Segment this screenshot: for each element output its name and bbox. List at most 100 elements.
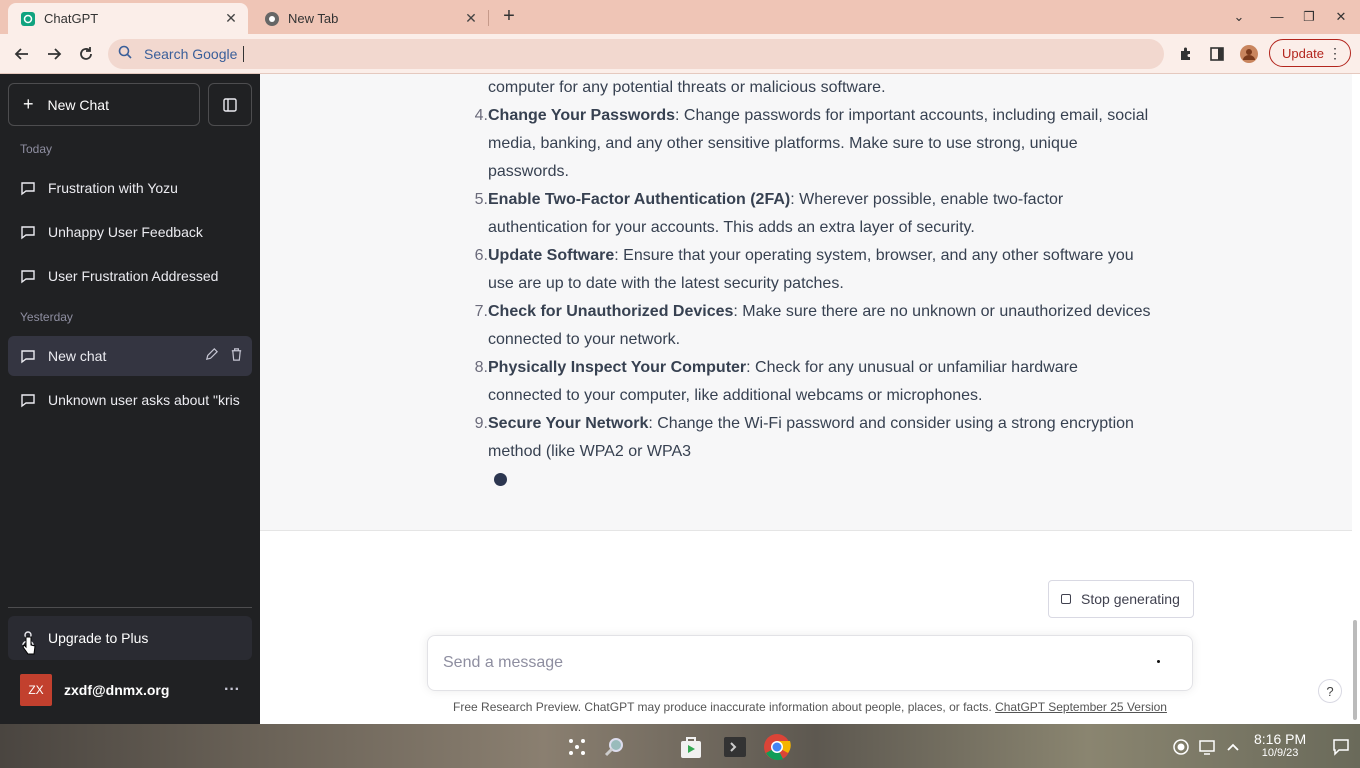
version-link[interactable]: ChatGPT September 25 Version (995, 700, 1167, 714)
chat-bubble-icon (20, 392, 36, 408)
chevron-up-icon[interactable] (1218, 732, 1248, 762)
user-account-button[interactable]: ZX zxdf@dnmx.org ··· (8, 668, 252, 712)
user-email: zxdf@dnmx.org (64, 682, 170, 698)
conversation-item-selected[interactable]: New chat (8, 336, 252, 376)
answer-line: : Check for any unusual or unfamiliar ha… (746, 359, 1078, 376)
search-icon (118, 45, 134, 64)
answer-line: passwords. (488, 163, 569, 180)
list-number: 5. (474, 191, 488, 208)
close-icon[interactable]: ✕ (222, 10, 240, 28)
screen: ChatGPT ✕ New Tab ✕ + ⌄ — ❐ ✕ Search Goo… (0, 0, 1360, 768)
browser-tabbar: ChatGPT ✕ New Tab ✕ + ⌄ — ❐ ✕ (0, 0, 1360, 34)
side-panel-icon[interactable] (1205, 42, 1229, 66)
answer-line: : Make sure there are no unknown or unau… (733, 303, 1151, 320)
help-button[interactable]: ? (1318, 679, 1342, 703)
close-icon[interactable]: ✕ (462, 10, 480, 28)
tab-chatgpt[interactable]: ChatGPT ✕ (8, 3, 248, 34)
minimize-icon[interactable]: — (1266, 6, 1288, 28)
chrome-favicon-icon (264, 11, 280, 27)
list-number: 9. (474, 415, 488, 432)
message-placeholder: Send a message (443, 654, 564, 671)
address-placeholder: Search Google (144, 46, 238, 62)
conversation-title: New chat (48, 348, 107, 364)
list-number: 6. (474, 247, 488, 264)
upgrade-label: Upgrade to Plus (48, 630, 149, 646)
list-number: 8. (474, 359, 488, 376)
answer-line: media, banking, and any other sensitive … (488, 135, 1078, 152)
tab-separator (488, 10, 489, 26)
menu-kebab-icon[interactable]: ⋮ (1328, 45, 1342, 62)
conversation-item[interactable]: User Frustration Addressed (8, 256, 252, 296)
update-label: Update (1282, 45, 1324, 61)
update-button[interactable]: Update ⋮ (1269, 39, 1351, 67)
tab-new-tab[interactable]: New Tab ✕ (252, 3, 488, 34)
conversation-title: Unhappy User Feedback (48, 224, 203, 240)
notification-message-icon[interactable] (1326, 732, 1356, 762)
new-tab-button[interactable]: + (498, 6, 520, 28)
play-store-icon[interactable] (676, 732, 706, 762)
stop-generating-button[interactable]: Stop generating (1048, 580, 1194, 618)
extensions-puzzle-icon[interactable] (1174, 42, 1198, 66)
clock-date: 10/9/23 (1261, 747, 1299, 759)
new-chat-button[interactable]: + New Chat (8, 83, 200, 126)
conversation-title: User Frustration Addressed (48, 268, 219, 284)
os-taskbar: 8:16 PM 10/9/23 (0, 724, 1360, 768)
clock-time: 8:16 PM (1254, 731, 1307, 747)
delete-trash-icon[interactable] (229, 347, 244, 365)
answer-line: method (like WPA2 or WPA3 (488, 443, 692, 460)
sidebar-divider (8, 607, 252, 608)
chrome-icon[interactable] (762, 732, 792, 762)
disclaimer-text: Free Research Preview. ChatGPT may produ… (453, 700, 996, 714)
profile-avatar-icon[interactable] (1237, 42, 1261, 66)
assistant-message: computer for any potential threats or ma… (260, 74, 1352, 531)
stop-generating-label: Stop generating (1081, 591, 1180, 607)
chat-bubble-icon (20, 224, 36, 240)
more-horizontal-icon[interactable]: ··· (224, 681, 240, 699)
chat-sidebar: + New Chat Today Frustration with Yozu U… (0, 74, 260, 724)
launcher-icon[interactable] (562, 732, 592, 762)
avatar: ZX (20, 674, 52, 706)
answer-line: : Change passwords for important account… (675, 107, 1149, 124)
loading-dot-icon (1157, 660, 1160, 663)
conversation-item[interactable]: Unhappy User Feedback (8, 212, 252, 252)
upgrade-to-plus-button[interactable]: Upgrade to Plus (8, 616, 252, 660)
answer-line: : Ensure that your operating system, bro… (614, 247, 1134, 264)
chat-bubble-icon (20, 348, 36, 364)
answer-line: connected to your computer, like additio… (488, 387, 983, 404)
window-close-icon[interactable]: ✕ (1330, 6, 1352, 28)
conversation-title: Frustration with Yozu (48, 180, 178, 196)
tab-title: New Tab (288, 11, 339, 26)
conversation-item[interactable]: Unknown user asks about "kris (8, 380, 252, 420)
sidebar-toggle-button[interactable] (208, 83, 252, 126)
edit-pencil-icon[interactable] (204, 347, 219, 365)
section-label-today: Today (20, 142, 53, 156)
list-heading: Update Software (488, 247, 615, 264)
text-caret (243, 46, 245, 62)
chat-main: computer for any potential threats or ma… (260, 74, 1352, 724)
back-arrow-icon[interactable] (10, 42, 34, 66)
list-number: 7. (474, 303, 488, 320)
tab-title: ChatGPT (44, 11, 99, 26)
list-heading: Physically Inspect Your Computer (488, 359, 747, 376)
restore-icon[interactable]: ❐ (1298, 6, 1320, 28)
scrollbar[interactable] (1353, 620, 1357, 720)
system-clock[interactable]: 8:16 PM 10/9/23 (1254, 732, 1306, 760)
conversation-item[interactable]: Frustration with Yozu (8, 168, 252, 208)
message-input[interactable]: Send a message (427, 635, 1193, 691)
list-heading: Enable Two-Factor Authentication (2FA) (488, 191, 791, 208)
search-magnifier-icon[interactable] (600, 732, 630, 762)
sidebar-toggle-icon (223, 97, 237, 112)
answer-line: use are up to date with the latest secur… (488, 275, 844, 292)
plus-icon: + (23, 94, 34, 114)
reload-icon[interactable] (74, 42, 98, 66)
address-bar[interactable]: Search Google (108, 39, 1164, 69)
forward-arrow-icon[interactable] (42, 42, 66, 66)
terminal-icon[interactable] (720, 732, 750, 762)
disclaimer-footer: Free Research Preview. ChatGPT may produ… (260, 700, 1360, 714)
answer-line: authentication for your accounts. This a… (488, 219, 975, 236)
answer-line: computer for any potential threats or ma… (488, 79, 886, 96)
section-label-yesterday: Yesterday (20, 310, 73, 324)
new-chat-label: New Chat (47, 96, 109, 113)
list-heading: Check for Unauthorized Devices (488, 303, 734, 320)
tab-search-chevron-down-icon[interactable]: ⌄ (1228, 6, 1250, 28)
